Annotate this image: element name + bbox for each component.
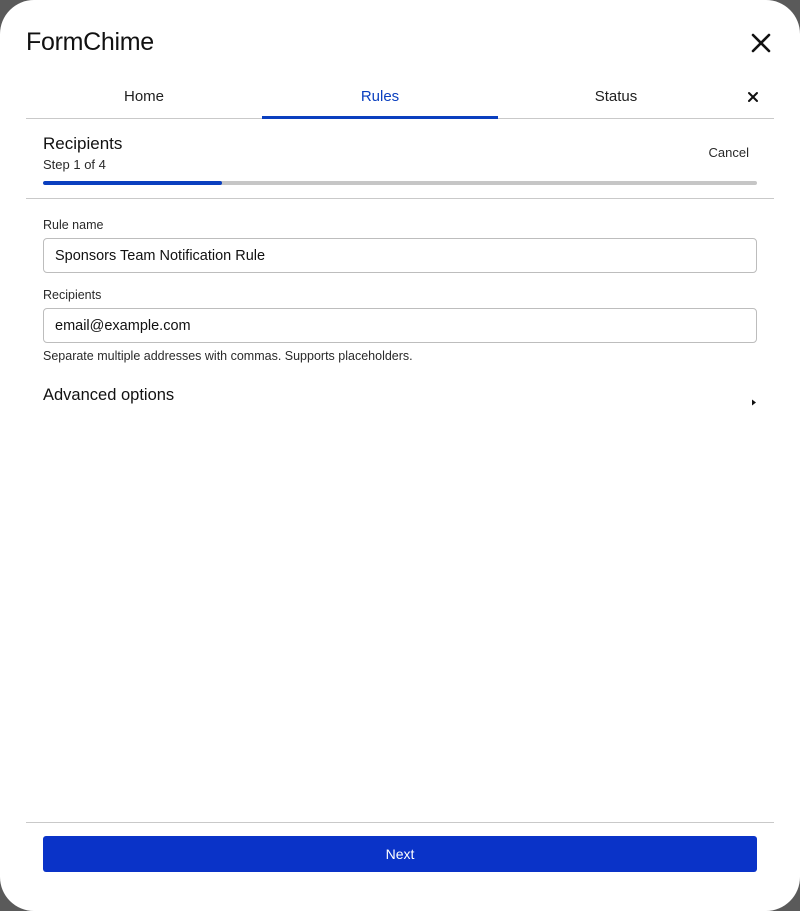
cancel-button[interactable]: Cancel (709, 145, 749, 160)
tab-home[interactable]: Home (26, 78, 262, 118)
recipients-helper-text: Separate multiple addresses with commas.… (43, 349, 413, 363)
recipients-label: Recipients (43, 288, 102, 302)
wizard-progress-bar (43, 181, 757, 185)
rule-name-label: Rule name (43, 218, 104, 232)
app-logo: FormChime (26, 28, 154, 56)
step-title: Recipients (43, 134, 123, 153)
step-indicator: Step 1 of 4 (43, 157, 106, 172)
close-icon[interactable] (748, 30, 774, 56)
advanced-options-toggle[interactable]: Advanced options (43, 386, 757, 408)
panel-close-icon[interactable] (746, 90, 760, 104)
rule-name-input[interactable] (43, 238, 757, 273)
caret-right-icon (751, 393, 757, 406)
recipients-input[interactable] (43, 308, 757, 343)
wizard-progress-fill (43, 181, 222, 185)
next-button[interactable]: Next (43, 836, 757, 872)
dialog: FormChime Home Rules Status Recipients S… (0, 0, 800, 911)
tab-bar: Home Rules Status (26, 78, 774, 119)
advanced-options-label: Advanced options (43, 386, 175, 404)
divider (26, 198, 774, 199)
wizard-step-header: Recipients Step 1 of 4 Cancel (43, 134, 757, 186)
footer-divider (26, 822, 774, 823)
app-header: FormChime (26, 26, 774, 60)
tab-status[interactable]: Status (498, 78, 734, 118)
tab-rules[interactable]: Rules (262, 78, 498, 119)
